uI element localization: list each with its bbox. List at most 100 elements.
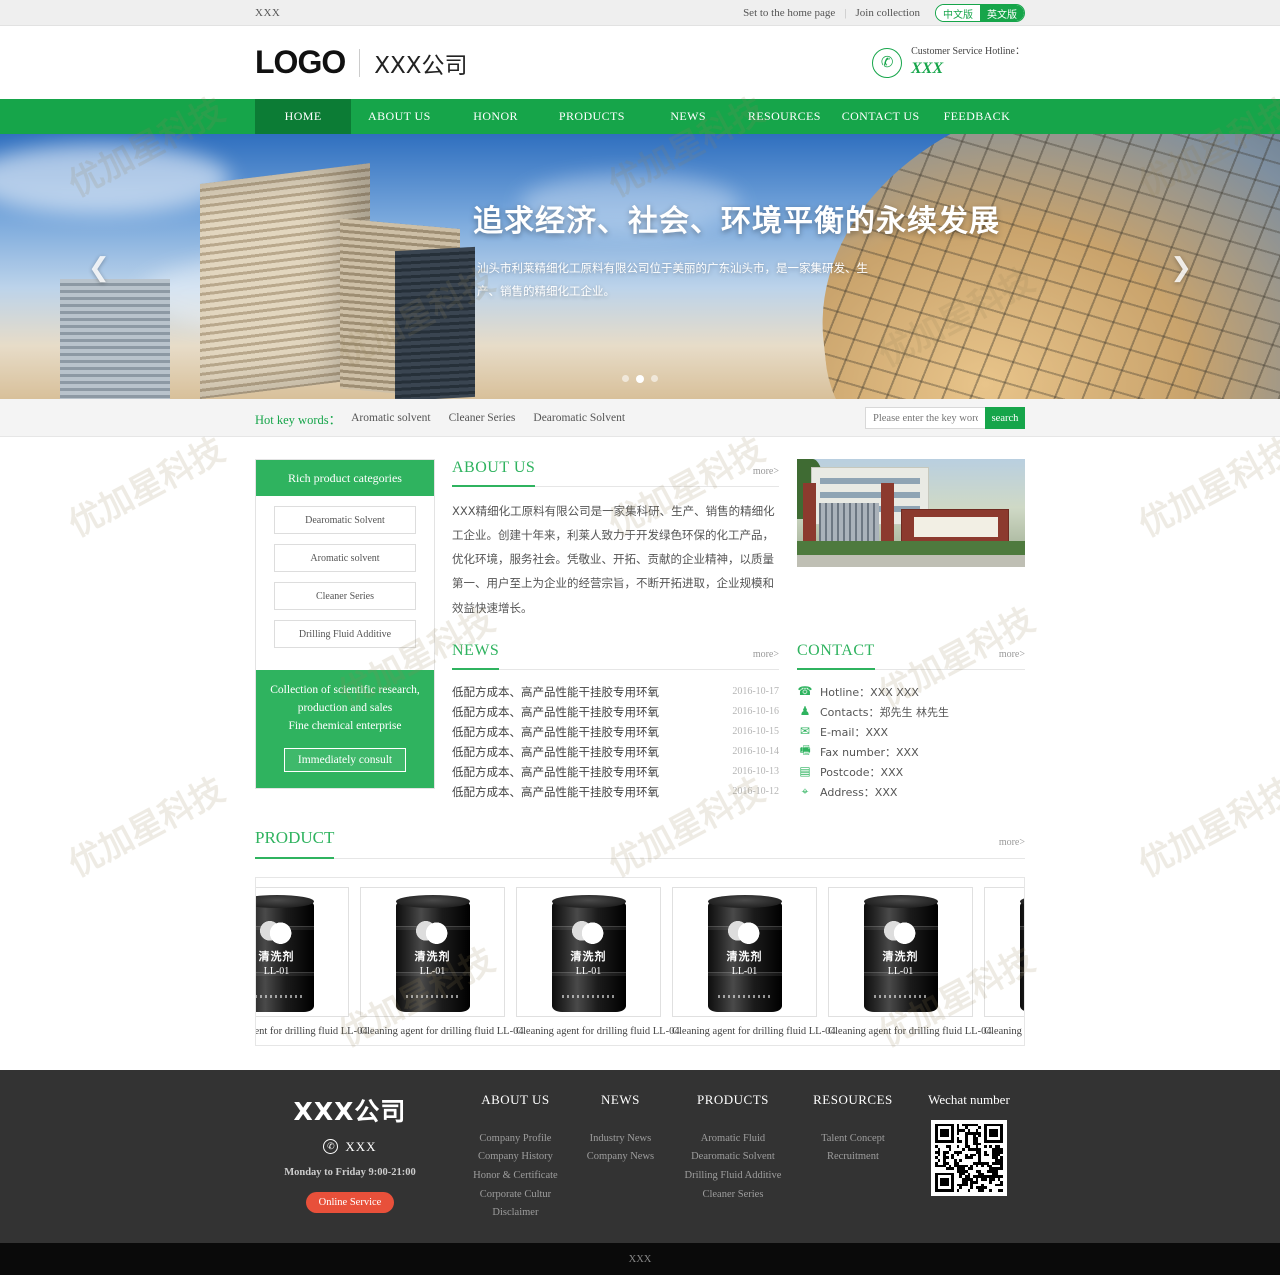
search-bar: Hot key words： Aromatic solvent Cleaner S… bbox=[0, 399, 1280, 437]
banner-dot[interactable] bbox=[651, 375, 658, 382]
footer-link[interactable]: Industry News bbox=[568, 1130, 673, 1149]
product-thumbnail[interactable]: 清洗剂 LL-01 bbox=[828, 886, 973, 1017]
footer-link[interactable]: Talent Concept bbox=[793, 1130, 913, 1149]
product-thumbnail[interactable]: 清洗剂 LL-01 bbox=[360, 886, 505, 1017]
news-item-title: 低配方成本、高产品性能干挂胶专用环氧 bbox=[452, 724, 659, 739]
contact-item-text: Fax number：XXX bbox=[820, 745, 919, 759]
nav-item-news[interactable]: NEWS bbox=[640, 99, 736, 134]
contact-item: ♟ Contacts：郑先生 林先生 bbox=[797, 702, 1025, 722]
news-item[interactable]: 低配方成本、高产品性能干挂胶专用环氧 2016-10-12 bbox=[452, 782, 779, 802]
hot-keyword-link[interactable]: Cleaner Series bbox=[449, 412, 516, 424]
product-thumbnail[interactable]: 清洗剂 LL-01 bbox=[672, 886, 817, 1017]
hot-keyword-link[interactable]: Aromatic solvent bbox=[351, 412, 431, 424]
footer-link[interactable]: Company History bbox=[463, 1148, 568, 1167]
online-service-button[interactable]: Online Service bbox=[305, 1191, 395, 1213]
barrel-label-cn: 清洗剂 bbox=[1020, 948, 1025, 964]
main-navigation: HOME ABOUT US HONOR PRODUCTS NEWS RESOURCES CO… bbox=[0, 99, 1280, 134]
footer-link[interactable]: Dearomatic Solvent bbox=[673, 1148, 793, 1167]
contact-heading: CONTACT bbox=[797, 642, 875, 670]
news-item-title: 低配方成本、高产品性能干挂胶专用环氧 bbox=[452, 684, 659, 699]
about-heading: ABOUT US bbox=[452, 459, 536, 487]
news-item[interactable]: 低配方成本、高产品性能干挂胶专用环氧 2016-10-17 bbox=[452, 682, 779, 702]
footer-link[interactable]: Drilling Fluid Additive bbox=[673, 1167, 793, 1186]
news-section: NEWS more> 低配方成本、高产品性能干挂胶专用环氧 2016-10-17 低… bbox=[452, 642, 779, 802]
sidebar-slogan-line1: Collection of scientific research, bbox=[270, 684, 420, 696]
product-card[interactable]: 清洗剂 LL-01 Cleaning agent for drilling flui… bbox=[516, 886, 680, 1037]
language-option-chinese[interactable]: 中文版 bbox=[936, 5, 980, 21]
footer-link[interactable]: Recruitment bbox=[793, 1148, 913, 1167]
barrel-image: 清洗剂 LL-01 bbox=[256, 894, 314, 1012]
language-toggle[interactable]: 中文版 英文版 bbox=[935, 4, 1025, 22]
product-thumbnail[interactable]: 清洗剂 LL-01 bbox=[516, 886, 661, 1017]
search-input[interactable] bbox=[865, 407, 985, 429]
chevron-left-icon[interactable]: ❮ bbox=[88, 253, 110, 283]
footer-column-products: PRODUCTS Aromatic Fluid Dearomatic Solvent… bbox=[673, 1092, 793, 1223]
product-card[interactable]: 清洗剂 LL-01 Cleaning agent for drilling flui… bbox=[360, 886, 524, 1037]
footer-brand-name: XXX公司 bbox=[293, 1096, 407, 1126]
banner-title: 追求经济、社会、环境平衡的永续发展 bbox=[473, 204, 1000, 239]
customer-service-hotline: ✆ Customer Service Hotline： XXX bbox=[872, 45, 1025, 80]
logo-group[interactable]: LOGO XXX公司 bbox=[255, 44, 468, 81]
nav-item-products[interactable]: PRODUCTS bbox=[544, 99, 640, 134]
nav-item-honor[interactable]: HONOR bbox=[448, 99, 544, 134]
sidebar-category-item[interactable]: Drilling Fluid Additive bbox=[274, 620, 416, 648]
news-item[interactable]: 低配方成本、高产品性能干挂胶专用环氧 2016-10-15 bbox=[452, 722, 779, 742]
contact-section: CONTACT more> ☎ Hotline：XXX XXX ♟ Contacts：… bbox=[797, 642, 1025, 802]
footer-column-about-us: ABOUT US Company Profile Company History Ho… bbox=[463, 1092, 568, 1223]
search-box[interactable]: search bbox=[865, 407, 1025, 429]
hero-banner: 追求经济、社会、环境平衡的永续发展 汕头市利莱精细化工原料有限公司位于美丽的广东… bbox=[0, 134, 1280, 399]
product-card[interactable]: 清洗剂 LL-01 Cleaning agent for drilling flui… bbox=[672, 886, 836, 1037]
footer-link[interactable]: Company Profile bbox=[463, 1130, 568, 1149]
nav-item-about-us[interactable]: ABOUT US bbox=[351, 99, 447, 134]
search-button[interactable]: search bbox=[985, 407, 1025, 429]
product-thumbnail[interactable]: 清洗剂 LL-01 bbox=[256, 886, 349, 1017]
footer-link[interactable]: Disclaimer bbox=[463, 1204, 568, 1223]
person-icon: ♟ bbox=[799, 704, 811, 719]
sidebar-category-item[interactable]: Aromatic solvent bbox=[274, 544, 416, 572]
join-collection-link[interactable]: Join collection bbox=[856, 7, 920, 19]
footer-phone: ✆ XXX bbox=[255, 1139, 445, 1155]
hot-keyword-link[interactable]: Dearomatic Solvent bbox=[533, 412, 625, 424]
news-more-link[interactable]: more> bbox=[753, 649, 779, 660]
footer-link[interactable]: Cleaner Series bbox=[673, 1186, 793, 1205]
footer-column-title: ABOUT US bbox=[481, 1091, 550, 1107]
immediately-consult-button[interactable]: Immediately consult bbox=[283, 748, 407, 773]
logo-text[interactable]: LOGO bbox=[255, 44, 346, 81]
product-card[interactable]: 清洗剂 LL-01 Cleaning agent for drilling flui… bbox=[828, 886, 992, 1037]
nav-item-resources[interactable]: RESOURCES bbox=[736, 99, 832, 134]
footer-link[interactable]: Aromatic Fluid bbox=[673, 1130, 793, 1149]
footer-link[interactable]: Corporate Cultur bbox=[463, 1186, 568, 1205]
news-item[interactable]: 低配方成本、高产品性能干挂胶专用环氧 2016-10-14 bbox=[452, 742, 779, 762]
sidebar-category-item[interactable]: Cleaner Series bbox=[274, 582, 416, 610]
product-more-link[interactable]: more> bbox=[999, 837, 1025, 848]
product-card[interactable]: 清洗剂 LL-01 Cleaning agent for drilling flui… bbox=[256, 886, 368, 1037]
sidebar-category-item[interactable]: Dearomatic Solvent bbox=[274, 506, 416, 534]
footer-link[interactable]: Company News bbox=[568, 1148, 673, 1167]
barrel-image: 清洗剂 LL-01 bbox=[395, 894, 470, 1012]
nav-item-home[interactable]: HOME bbox=[255, 99, 352, 134]
about-more-link[interactable]: more> bbox=[753, 466, 779, 477]
barrel-label-cn: 清洗剂 bbox=[258, 949, 295, 963]
language-option-english[interactable]: 英文版 bbox=[980, 5, 1024, 21]
banner-dot-active[interactable] bbox=[636, 375, 644, 383]
footer-link[interactable]: Honor & Certificate bbox=[463, 1167, 568, 1186]
set-home-link[interactable]: Set to the home page bbox=[743, 7, 835, 19]
news-item[interactable]: 低配方成本、高产品性能干挂胶专用环氧 2016-10-13 bbox=[452, 762, 779, 782]
nav-item-feedback[interactable]: FEEDBACK bbox=[929, 99, 1025, 134]
chevron-right-icon[interactable]: ❯ bbox=[1170, 253, 1192, 283]
news-item-title: 低配方成本、高产品性能干挂胶专用环氧 bbox=[452, 784, 659, 799]
footer-column-title: RESOURCES bbox=[813, 1091, 893, 1107]
nav-item-contact-us[interactable]: CONTACT US bbox=[833, 99, 929, 134]
copyright-text: XXX bbox=[628, 1253, 652, 1265]
footer-phone-number: XXX bbox=[345, 1138, 377, 1154]
product-name: Cleaning agent for drilling fluid LL-04 bbox=[984, 1025, 1024, 1037]
banner-dot[interactable] bbox=[622, 375, 629, 382]
product-carousel[interactable]: 清洗剂 LL-01 Cleaning agent for drilling flui… bbox=[255, 876, 1025, 1046]
contact-more-link[interactable]: more> bbox=[999, 649, 1025, 660]
content-column: ABOUT US more> XXX精细化工原料有限公司是一家集科研、生产、销售… bbox=[452, 459, 1025, 802]
product-thumbnail[interactable]: 清洗剂 LL-01 bbox=[984, 886, 1025, 1017]
news-item[interactable]: 低配方成本、高产品性能干挂胶专用环氧 2016-10-16 bbox=[452, 702, 779, 722]
footer-column-title: NEWS bbox=[601, 1091, 640, 1107]
banner-dots[interactable] bbox=[0, 375, 1280, 383]
product-card[interactable]: 清洗剂 LL-01 Cleaning agent for drilling flui… bbox=[984, 886, 1025, 1037]
